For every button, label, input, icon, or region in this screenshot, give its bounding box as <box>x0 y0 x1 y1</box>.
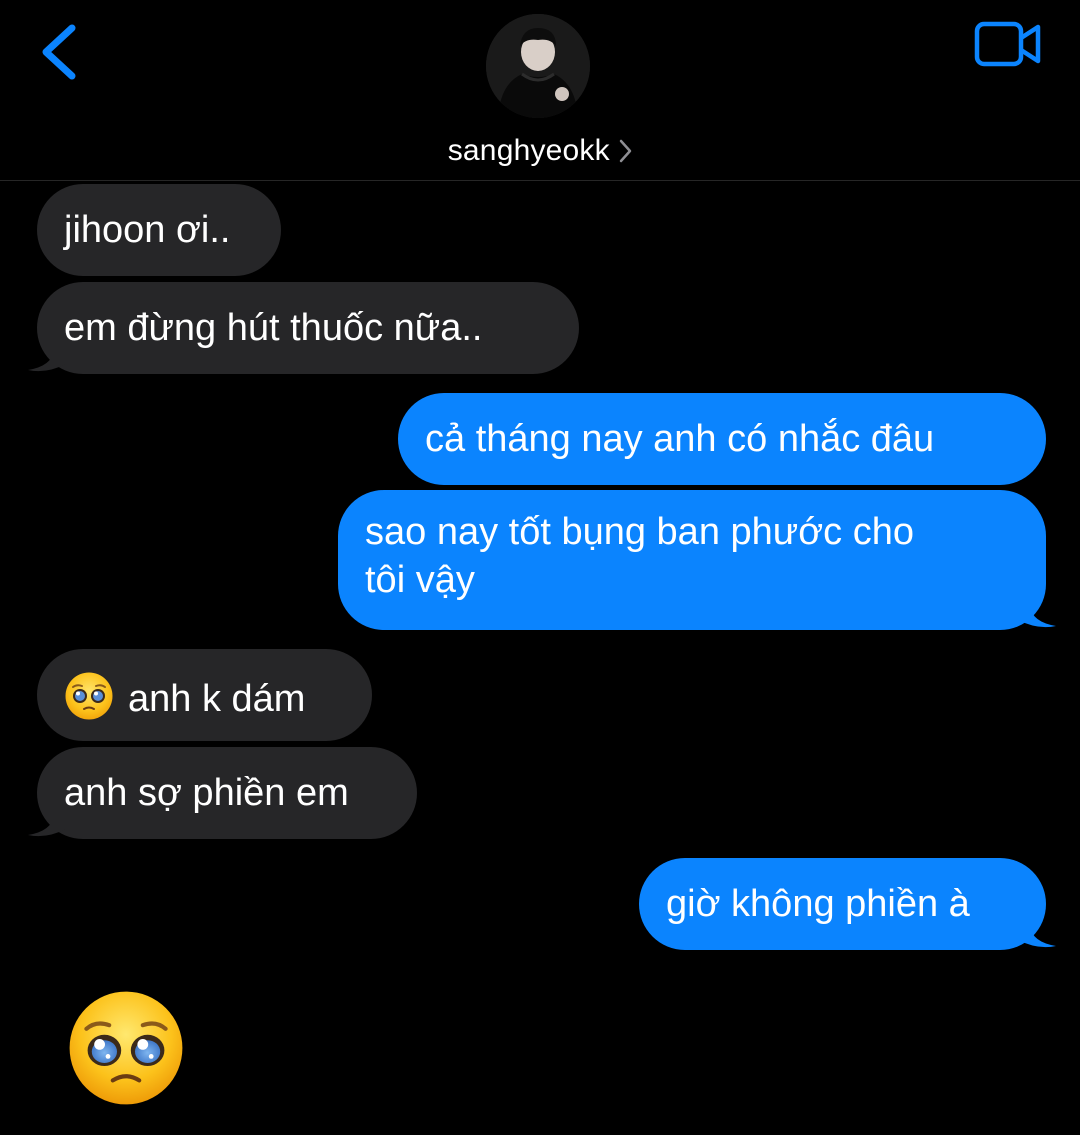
pleading-face-icon[interactable] <box>66 988 186 1108</box>
message-text: anh k dám <box>128 678 306 720</box>
message-text-line: tôi vậy <box>365 559 475 601</box>
bubble-tail <box>28 803 66 837</box>
message-text: em đừng hút thuốc nữa.. <box>64 307 483 349</box>
message-bubble-incoming[interactable]: anh k dám <box>37 649 372 741</box>
message-bubble-outgoing[interactable]: giờ không phiền à <box>639 858 1046 950</box>
message-bubble-incoming[interactable]: em đừng hút thuốc nữa.. <box>37 282 579 374</box>
message-text: anh sợ phiền em <box>64 772 349 814</box>
chat-header: sanghyeokk <box>0 0 1080 181</box>
message-text: jihoon ơi.. <box>64 209 231 251</box>
bubble-tail <box>1018 914 1056 948</box>
message-bubble-incoming[interactable]: jihoon ơi.. <box>37 184 281 276</box>
contact-name-button[interactable]: sanghyeokk <box>0 134 1080 168</box>
video-camera-icon <box>974 21 1041 67</box>
chevron-right-icon <box>620 139 632 163</box>
chevron-left-icon <box>42 24 76 80</box>
bubble-tail <box>1018 594 1056 628</box>
message-bubble-outgoing[interactable]: sao nay tốt bụng ban phước cho tôi vậy <box>338 490 1046 630</box>
pleading-face-icon <box>65 672 113 720</box>
message-text: cả tháng nay anh có nhắc đâu <box>425 418 935 460</box>
contact-avatar[interactable] <box>486 14 590 118</box>
message-bubble-incoming[interactable]: anh sợ phiền em <box>37 747 417 839</box>
back-button[interactable] <box>36 20 86 84</box>
video-call-button[interactable] <box>972 18 1044 70</box>
message-text-line: sao nay tốt bụng ban phước cho <box>365 511 914 553</box>
contact-name: sanghyeokk <box>447 134 610 167</box>
message-bubble-outgoing[interactable]: cả tháng nay anh có nhắc đâu <box>398 393 1046 485</box>
bubble-tail <box>28 338 66 372</box>
message-text: giờ không phiền à <box>666 883 970 925</box>
